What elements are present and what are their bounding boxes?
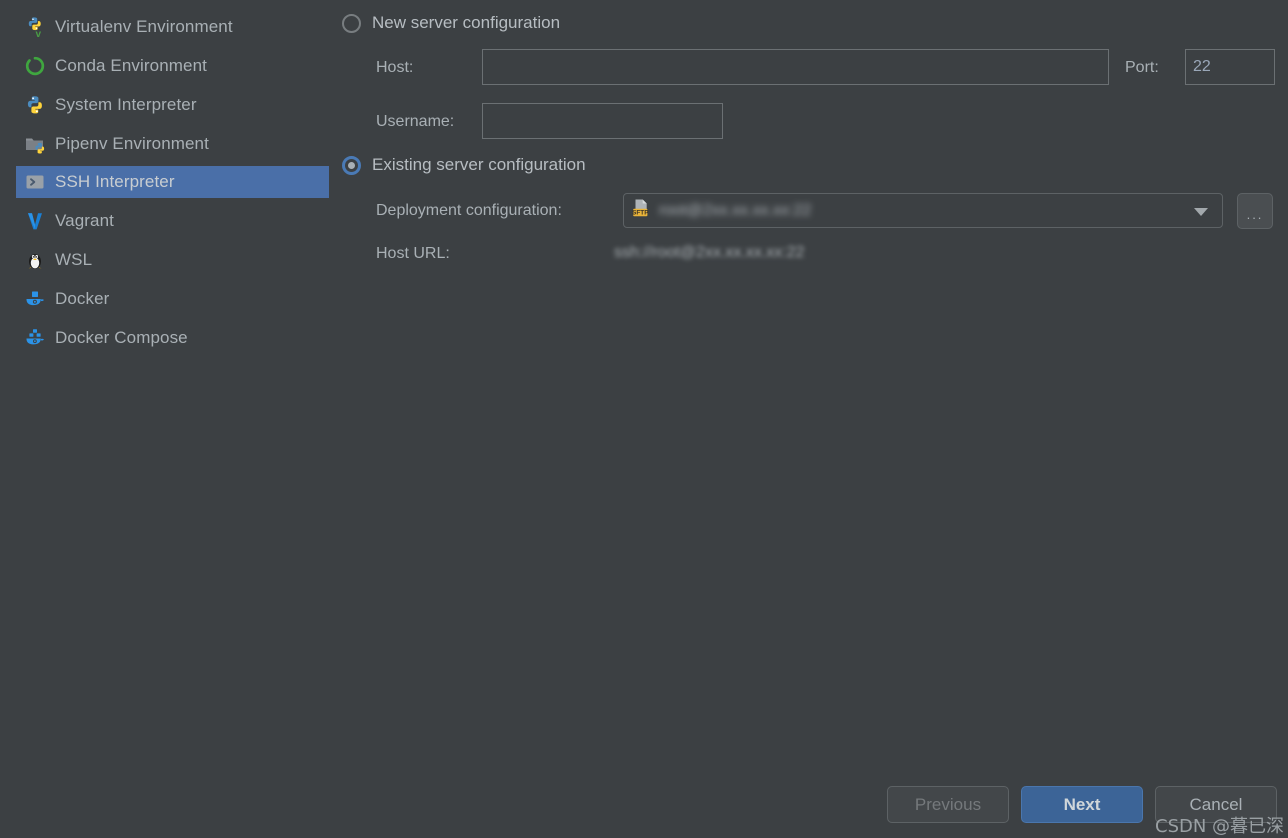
host-url-label: Host URL: [376,245,450,262]
pipenv-folder-icon [24,133,46,155]
browse-deployment-button[interactable]: ... [1237,193,1273,229]
port-input[interactable] [1185,49,1275,85]
docker-compose-icon [24,327,46,349]
next-button[interactable]: Next [1021,786,1143,823]
sidebar-item-label: WSL [55,250,93,269]
docker-whale-icon [24,288,46,310]
new-server-configuration-radio[interactable]: New server configuration [342,13,560,33]
sidebar-item-vagrant[interactable]: Vagrant [16,205,329,237]
sidebar-item-docker-compose[interactable]: Docker Compose [16,322,329,354]
sidebar-item-label: Virtualenv Environment [55,17,233,36]
existing-server-configuration-radio[interactable]: Existing server configuration [342,155,586,175]
vagrant-icon [24,210,46,232]
chevron-down-icon[interactable] [1194,207,1208,216]
sidebar-item-label: Docker [55,289,110,308]
sidebar-item-label: Pipenv Environment [55,134,209,153]
python-virtualenv-icon: v [24,16,46,38]
sidebar-item-system-interpreter[interactable]: System Interpreter [16,89,329,121]
sidebar-item-docker[interactable]: Docker [16,283,329,315]
radio-indicator-on [342,155,361,175]
existing-server-configuration-label: Existing server configuration [372,155,586,174]
sidebar-item-virtualenv-environment[interactable]: v Virtualenv Environment [16,11,329,43]
conda-icon [24,55,46,77]
sftp-file-icon: SFTP [632,198,652,223]
ssh-interpreter-panel: New server configuration Host: Port: Use… [336,0,1288,837]
new-server-configuration-label: New server configuration [372,13,561,32]
username-input[interactable] [482,103,723,139]
deployment-configuration-value: root@2xx.xx.xx.xx:22 [659,201,812,219]
previous-button[interactable]: Previous [887,786,1009,823]
svg-text:v: v [36,29,42,38]
deployment-configuration-dropdown[interactable]: SFTP root@2xx.xx.xx.xx:22 [623,193,1223,228]
username-label: Username: [376,113,455,130]
interpreter-type-sidebar: v Virtualenv Environment Conda Environme… [0,0,336,837]
port-label: Port: [1125,59,1159,76]
ssh-console-icon [24,171,46,193]
sidebar-item-label: SSH Interpreter [55,172,175,191]
radio-indicator-off [342,13,361,33]
host-url-value: ssh://root@2xx.xx.xx.xx:22 [614,244,805,261]
deployment-configuration-label: Deployment configuration: [376,202,562,219]
host-input[interactable] [482,49,1109,85]
csdn-watermark: CSDN @暮已深 [1155,816,1285,837]
sidebar-item-wsl[interactable]: WSL [16,244,329,276]
sidebar-item-pipenv-environment[interactable]: Pipenv Environment [16,128,329,160]
sidebar-item-label: Conda Environment [55,56,207,75]
linux-penguin-icon [24,249,46,271]
sidebar-item-label: Vagrant [55,211,114,230]
python-icon [24,94,46,116]
sidebar-item-ssh-interpreter[interactable]: SSH Interpreter [16,166,329,198]
sidebar-item-label: Docker Compose [55,328,188,347]
svg-text:SFTP: SFTP [632,210,649,217]
host-label: Host: [376,59,414,76]
sidebar-item-conda-environment[interactable]: Conda Environment [16,50,329,82]
sidebar-item-label: System Interpreter [55,95,197,114]
